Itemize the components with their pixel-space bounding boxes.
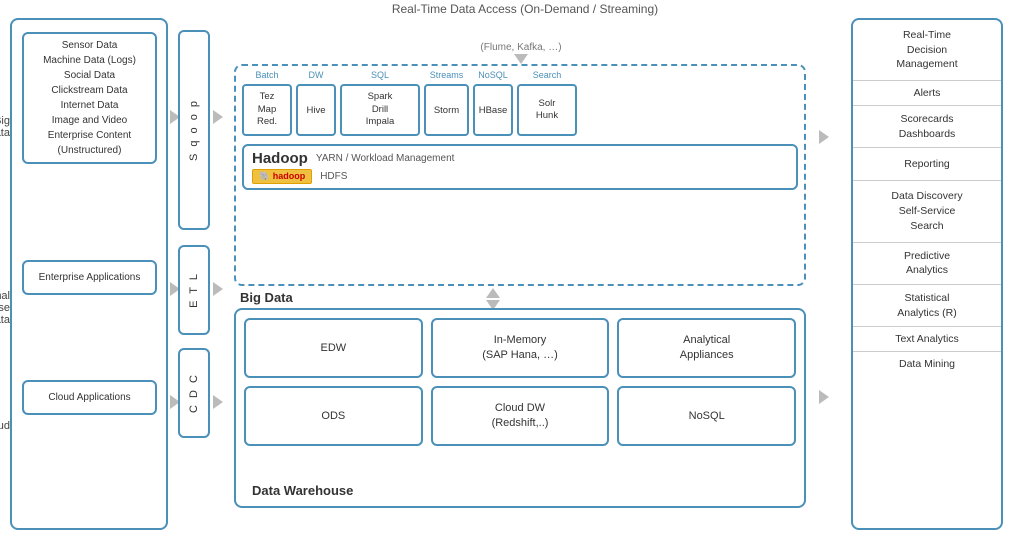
right-item-text: Text Analytics bbox=[853, 327, 1001, 352]
sqoop-text: S q o o p bbox=[188, 99, 200, 161]
cat-sql: SQL bbox=[340, 70, 420, 80]
dw-label: Data Warehouse bbox=[252, 483, 353, 498]
right-item-discovery: Data DiscoverySelf-ServiceSearch bbox=[853, 181, 1001, 242]
cat-batch: Batch bbox=[242, 70, 292, 80]
cloud-sources-box: Cloud Applications bbox=[22, 380, 157, 415]
right-column: Real-TimeDecisionManagement Alerts Score… bbox=[851, 18, 1003, 530]
diagram-container: Real-Time Data Access (On-Demand / Strea… bbox=[0, 0, 1011, 552]
dw-cell-ods: ODS bbox=[244, 386, 423, 446]
source-item: Internet Data bbox=[30, 98, 149, 113]
right-item-statistical: StatisticalAnalytics (R) bbox=[853, 285, 1001, 327]
tech-storm: Storm bbox=[424, 84, 469, 136]
arrow-center-right-bottom bbox=[819, 390, 829, 407]
cloud-label: Cloud bbox=[0, 420, 10, 432]
tech-categories-row: Batch DW SQL Streams NoSQL Search bbox=[236, 66, 804, 80]
arrow-cdc-center bbox=[213, 395, 223, 412]
cat-search: Search bbox=[517, 70, 577, 80]
cat-nosql: NoSQL bbox=[473, 70, 513, 80]
flume-label: (Flume, Kafka, …) bbox=[480, 42, 561, 53]
hadoop-title: Hadoop bbox=[252, 150, 308, 167]
tech-spark: SparkDrillImpala bbox=[340, 84, 420, 136]
right-item-rtdm: Real-TimeDecisionManagement bbox=[853, 20, 1001, 81]
right-item-scorecards: ScorecardsDashboards bbox=[853, 106, 1001, 148]
hadoop-dashed-box: Batch DW SQL Streams NoSQL Search TezMap… bbox=[234, 64, 806, 286]
right-item-datamining: Data Mining bbox=[853, 352, 1001, 376]
dw-section: EDW In-Memory(SAP Hana, …) AnalyticalApp… bbox=[234, 308, 806, 508]
right-item-alerts: Alerts bbox=[853, 81, 1001, 106]
cdc-text: C D C bbox=[188, 373, 200, 413]
hadoop-logo-row: 🐘 hadoop HDFS bbox=[252, 169, 788, 184]
tech-boxes-row: TezMapRed. Hive SparkDrillImpala Storm H… bbox=[236, 80, 804, 140]
source-item: Sensor Data bbox=[30, 38, 149, 53]
cdc-box: C D C bbox=[178, 348, 210, 438]
tech-hive: Hive bbox=[296, 84, 336, 136]
etl-text: E T L bbox=[188, 272, 200, 308]
bigdata-inner-label: Big Data bbox=[240, 290, 293, 305]
hadoop-logo: 🐘 hadoop bbox=[252, 169, 312, 184]
arrow-etl-center bbox=[213, 282, 223, 299]
realtime-label: Real-Time Data Access (On-Demand / Strea… bbox=[230, 2, 820, 16]
dw-cell-analytical: AnalyticalAppliances bbox=[617, 318, 796, 378]
arrow-center-right-top bbox=[819, 130, 829, 147]
sqoop-box: S q o o p bbox=[178, 30, 210, 230]
dw-cell-edw: EDW bbox=[244, 318, 423, 378]
cat-streams: Streams bbox=[424, 70, 469, 80]
tech-tez: TezMapRed. bbox=[242, 84, 292, 136]
source-item: Machine Data (Logs) bbox=[30, 53, 149, 68]
source-item: Social Data bbox=[30, 68, 149, 83]
dw-grid: EDW In-Memory(SAP Hana, …) AnalyticalApp… bbox=[236, 310, 804, 476]
center-area: (Flume, Kafka, …) Batch DW SQL Streams N… bbox=[226, 18, 816, 533]
dw-cell-inmemory: In-Memory(SAP Hana, …) bbox=[431, 318, 610, 378]
hdfs-label: HDFS bbox=[320, 171, 347, 182]
dw-cell-clouddw: Cloud DW(Redshift,..) bbox=[431, 386, 610, 446]
etl-box: E T L bbox=[178, 245, 210, 335]
sources-container: Sensor Data Machine Data (Logs) Social D… bbox=[10, 18, 168, 530]
traditional-label: TraditionalEnterpriseData bbox=[0, 290, 10, 326]
arrow-sqoop-center bbox=[213, 110, 223, 127]
tech-hbase: HBase bbox=[473, 84, 513, 136]
tech-solr: SolrHunk bbox=[517, 84, 577, 136]
source-item: Clickstream Data bbox=[30, 83, 149, 98]
bigdata-label: BigData bbox=[0, 115, 10, 139]
dw-cell-nosql: NoSQL bbox=[617, 386, 796, 446]
enterprise-sources-box: Enterprise Applications bbox=[22, 260, 157, 295]
yarn-label: YARN / Workload Management bbox=[316, 153, 455, 164]
bigdata-sources-box: Sensor Data Machine Data (Logs) Social D… bbox=[22, 32, 157, 164]
center-arrows bbox=[486, 288, 500, 310]
hadoop-title-row: Hadoop YARN / Workload Management bbox=[252, 150, 788, 167]
right-item-predictive: PredictiveAnalytics bbox=[853, 243, 1001, 285]
cat-dw: DW bbox=[296, 70, 336, 80]
arrow-up bbox=[486, 288, 500, 298]
source-item: Enterprise Content (Unstructured) bbox=[30, 128, 149, 158]
right-item-reporting: Reporting bbox=[853, 148, 1001, 181]
source-item: Image and Video bbox=[30, 113, 149, 128]
enterprise-apps-label: Enterprise Applications bbox=[30, 270, 149, 285]
hadoop-section: Hadoop YARN / Workload Management 🐘 hado… bbox=[242, 144, 798, 190]
cloud-apps-label: Cloud Applications bbox=[30, 390, 149, 405]
